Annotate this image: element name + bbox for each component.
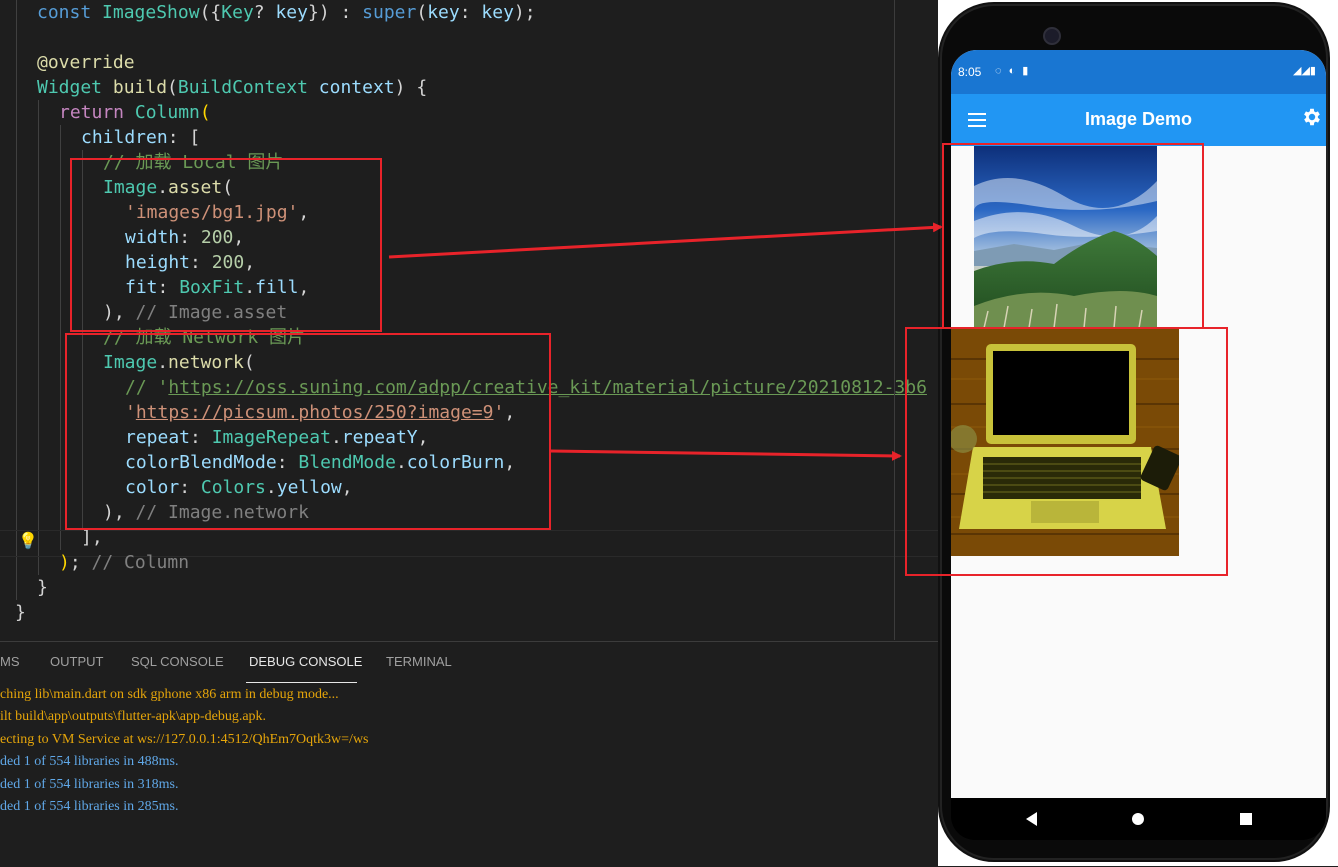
arrow-asset (388, 222, 943, 259)
arrow-network (550, 449, 902, 461)
annotation-arrows (388, 222, 943, 461)
